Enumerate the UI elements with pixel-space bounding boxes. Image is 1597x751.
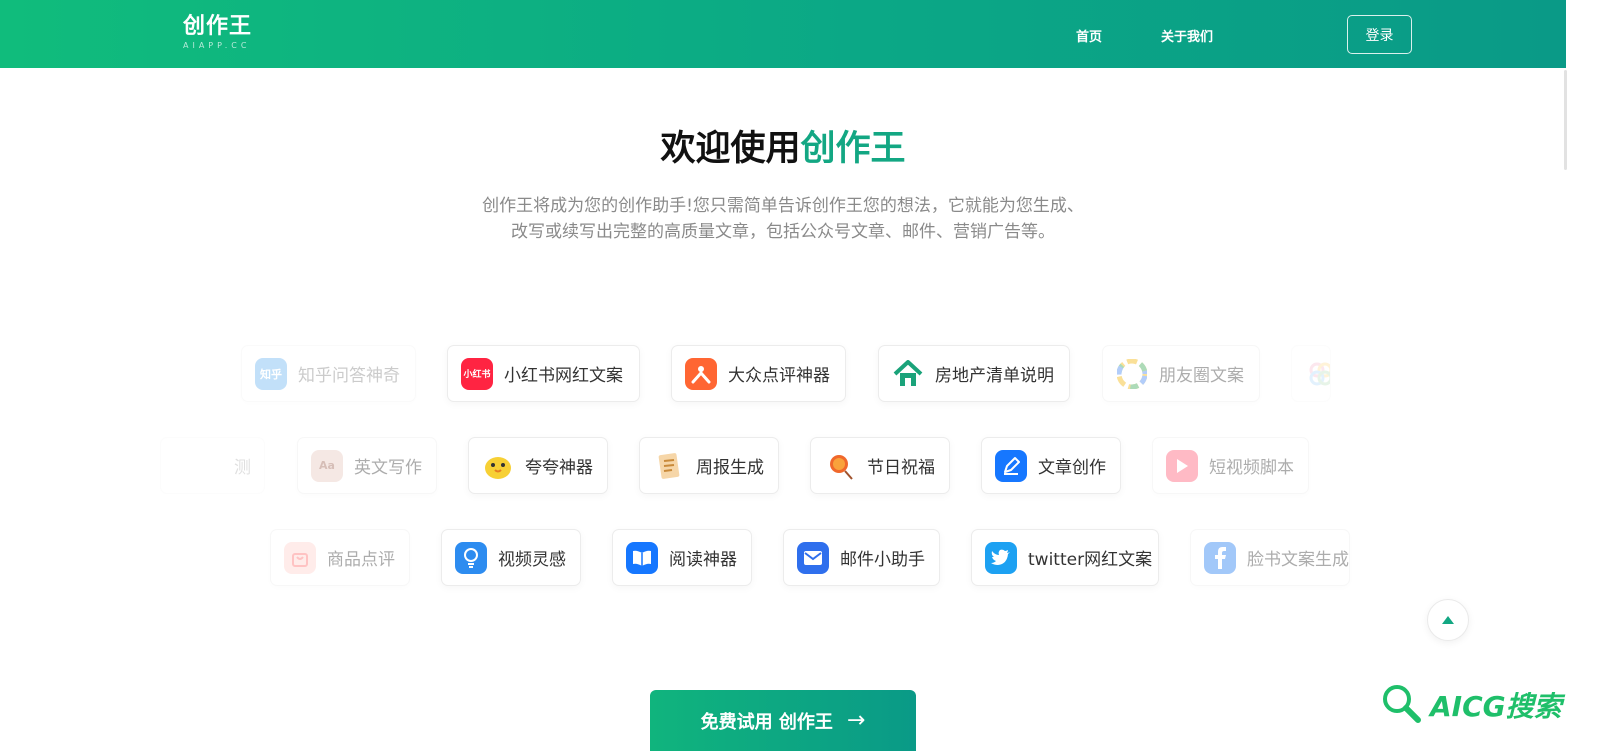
tool-label: 大众点评神器 (728, 366, 830, 386)
chick-icon (482, 450, 514, 482)
tool-label: 朋友圈文案 (1159, 366, 1244, 386)
tool-label: 测 (234, 458, 251, 478)
zhihu-icon: 知乎 (255, 357, 287, 390)
tool-chip-video-idea[interactable]: 视频灵感 (441, 529, 581, 586)
tool-row-3: 商品点评 视频灵感 阅读神器 邮件小助手 twitter网红文案 脸书文案生成 (0, 529, 1566, 587)
notepad-icon (653, 450, 685, 482)
tool-label: 商品点评 (327, 550, 395, 570)
tool-chip-holiday[interactable]: 节日祝福 (810, 437, 950, 494)
tool-chip-praise[interactable]: 夸夸神器 (468, 437, 608, 494)
xiaohongshu-icon: 小红书 (461, 357, 493, 390)
tool-chip-facebook[interactable]: 脸书文案生成 (1190, 529, 1350, 586)
tool-chip-short-video[interactable]: 短视频脚本 (1152, 437, 1309, 494)
chevron-up-icon (1442, 616, 1454, 624)
tool-label: 夸夸神器 (525, 458, 593, 478)
clover-icon (1305, 358, 1330, 390)
page-title: 欢迎使用创作王 (0, 126, 1566, 172)
tool-label: 视频灵感 (498, 550, 566, 570)
tool-chip-article[interactable]: 文章创作 (981, 437, 1121, 494)
hero-description-line2: 改写或续写出完整的高质量文章，包括公众号文章、邮件、营销广告等。 (511, 222, 1055, 242)
tool-label: 脸书文案生成 (1247, 550, 1349, 570)
twitter-icon (985, 541, 1017, 574)
scroll-to-top-button[interactable] (1427, 599, 1469, 641)
tool-label: 阅读神器 (669, 550, 737, 570)
hero-description-line1: 创作王将成为您的创作助手!您只需简单告诉创作王您的想法，它就能为您生成、 (482, 196, 1084, 216)
tool-label: 房地产清单说明 (935, 366, 1054, 386)
tool-chip-reading[interactable]: 阅读神器 (612, 529, 752, 586)
tool-label: 文章创作 (1038, 458, 1106, 478)
magnifier-icon (1383, 685, 1421, 723)
dictionary-icon: Aa (311, 449, 343, 482)
tool-chip-twitter[interactable]: twitter网红文案 (971, 529, 1159, 586)
tool-chip-dianping[interactable]: 大众点评神器 (671, 345, 846, 402)
pen-icon (995, 449, 1027, 482)
login-button[interactable]: 登录 (1347, 15, 1412, 54)
tool-chip-xiaohongshu[interactable]: 小红书 小红书网红文案 (447, 345, 640, 402)
nav-home-link[interactable]: 首页 (1076, 26, 1102, 45)
title-prefix: 欢迎使用 (660, 129, 801, 169)
tool-label: 短视频脚本 (1209, 458, 1294, 478)
tool-chip-moments[interactable]: 朋友圈文案 (1102, 345, 1260, 402)
tool-label: twitter网红文案 (1028, 550, 1153, 570)
tool-chip-partial[interactable] (1291, 345, 1331, 402)
logo[interactable]: 创作王 AIAPP.CC (183, 14, 252, 50)
tool-label: 邮件小助手 (840, 550, 925, 570)
bulb-icon (455, 541, 487, 574)
tool-chip-weekly[interactable]: 周报生成 (639, 437, 779, 494)
arrow-right-icon: → (846, 708, 866, 733)
tool-row-1: 知乎 知乎问答神奇 小红书 小红书网红文案 大众点评神器 房地产清单说明 朋友圈… (0, 345, 1566, 403)
house-icon (892, 358, 924, 390)
book-icon (626, 541, 658, 574)
play-icon (1166, 449, 1198, 482)
tool-label: 英文写作 (354, 458, 422, 478)
scrollbar-track[interactable] (1566, 0, 1597, 751)
moments-icon (1116, 358, 1148, 390)
tool-chip-partial[interactable]: 测 (160, 437, 265, 494)
tool-chip-zhihu[interactable]: 知乎 知乎问答神奇 (241, 345, 416, 402)
tool-label: 节日祝福 (867, 458, 935, 478)
aicg-watermark: AICG搜索 (1380, 682, 1562, 728)
tool-label: 知乎问答神奇 (298, 366, 400, 386)
lantern-icon (824, 450, 856, 482)
tool-label: 小红书网红文案 (504, 366, 623, 386)
facebook-icon (1204, 541, 1236, 574)
tool-label: 周报生成 (696, 458, 764, 478)
free-trial-button[interactable]: 免费试用 创作王 → (650, 690, 916, 751)
tool-chip-realestate[interactable]: 房地产清单说明 (878, 345, 1070, 402)
tool-chip-english[interactable]: Aa 英文写作 (297, 437, 437, 494)
top-navbar: 创作王 AIAPP.CC 首页 关于我们 登录 (0, 0, 1566, 68)
tool-chip-product-review[interactable]: 商品点评 (270, 529, 410, 586)
logo-text: 创作王 (183, 14, 253, 39)
logo-subtext: AIAPP.CC (183, 41, 251, 50)
nav-about-link[interactable]: 关于我们 (1161, 26, 1213, 45)
watermark-text: AICG搜索 (1430, 690, 1562, 723)
tool-chip-email[interactable]: 邮件小助手 (783, 529, 940, 586)
tool-row-2: 测 Aa 英文写作 夸夸神器 周报生成 节日祝福 文章创作 短视频脚本 (0, 437, 1566, 495)
hero-description: 创作王将成为您的创作助手!您只需简单告诉创作王您的想法，它就能为您生成、 改写或… (400, 193, 1166, 245)
title-accent: 创作王 (800, 129, 906, 169)
dianping-icon (685, 357, 717, 390)
cta-label: 免费试用 创作王 (700, 711, 833, 733)
mail-icon (797, 541, 829, 574)
shopping-bag-icon (284, 541, 316, 574)
